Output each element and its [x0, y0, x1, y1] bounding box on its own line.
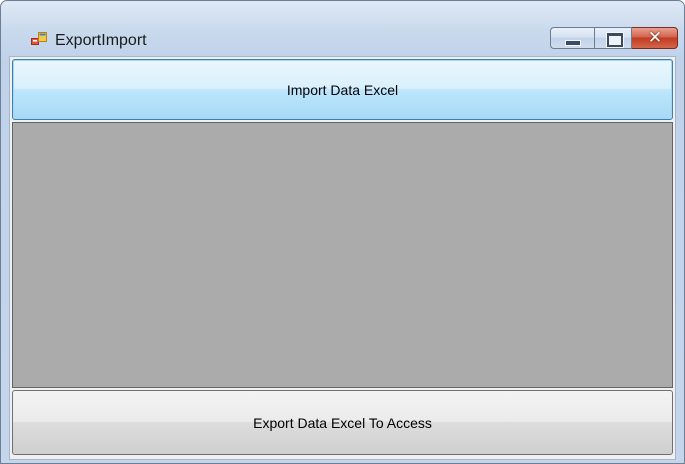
data-grid-view[interactable]: [12, 122, 673, 388]
maximize-icon: [607, 33, 623, 47]
window-title: ExportImport: [55, 32, 147, 49]
export-button-label: Export Data Excel To Access: [253, 414, 432, 431]
import-data-excel-button[interactable]: Import Data Excel: [12, 59, 673, 120]
caption-buttons: ✕: [550, 27, 678, 51]
export-data-excel-to-access-button[interactable]: Export Data Excel To Access: [12, 390, 673, 455]
minimize-button[interactable]: [550, 27, 594, 49]
app-icon: [31, 31, 47, 47]
title-bar[interactable]: ExportImport ✕: [1, 1, 684, 55]
app-window: ExportImport ✕ Import Data Excel Export …: [0, 0, 685, 464]
close-icon: ✕: [647, 28, 663, 47]
close-button[interactable]: ✕: [632, 27, 678, 49]
form-client-area: Import Data Excel Export Data Excel To A…: [9, 56, 676, 460]
minimize-icon: [565, 40, 581, 46]
maximize-button[interactable]: [594, 27, 632, 49]
import-button-label: Import Data Excel: [286, 81, 399, 98]
